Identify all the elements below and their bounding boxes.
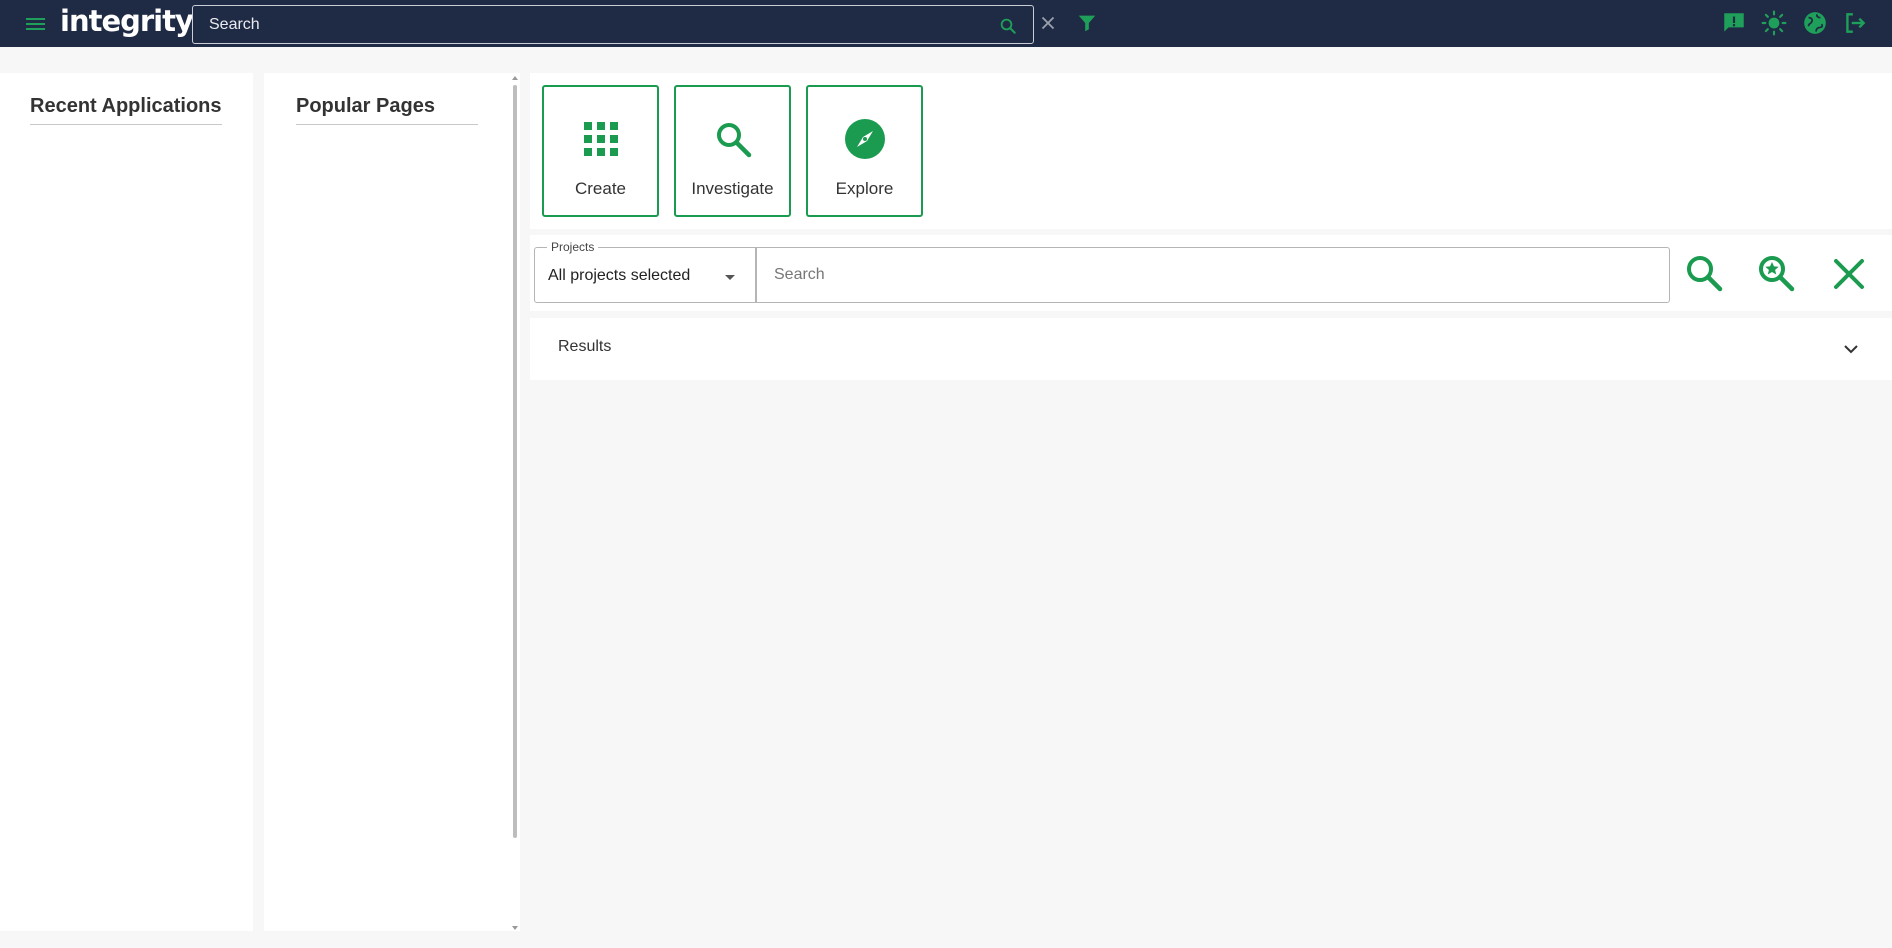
global-search-input[interactable] [193, 6, 983, 43]
feedback-icon[interactable] [1721, 10, 1747, 36]
chevron-down-icon[interactable] [1842, 340, 1860, 358]
scroll-up-arrow[interactable] [512, 76, 518, 80]
globe-icon[interactable] [1802, 10, 1828, 36]
quick-actions-area: Create Investigate Explore [530, 73, 1892, 229]
popular-pages-title: Popular Pages [296, 95, 478, 125]
scroll-down-arrow[interactable] [512, 926, 518, 930]
menu-icon[interactable] [22, 12, 50, 36]
global-search-field[interactable] [192, 5, 1034, 44]
clear-icon[interactable] [1826, 251, 1872, 297]
filter-icon[interactable] [1076, 12, 1098, 34]
main-search-input[interactable] [757, 248, 1669, 302]
recent-applications-panel: Recent Applications [0, 73, 253, 931]
create-tile-label: Create [574, 179, 627, 198]
grid-icon [583, 122, 618, 156]
search-icon[interactable] [1682, 251, 1728, 297]
recent-applications-title: Recent Applications [30, 95, 222, 125]
advanced-search-icon[interactable] [1754, 251, 1800, 297]
caret-down-icon [725, 275, 735, 280]
search-icon [716, 123, 751, 158]
close-icon[interactable] [1037, 12, 1059, 34]
results-accordion[interactable]: Results [530, 318, 1892, 380]
compass-icon [844, 119, 885, 159]
theme-sun-icon[interactable] [1761, 10, 1787, 36]
projects-label: Projects [547, 240, 599, 254]
projects-value: All projects selected [548, 267, 691, 284]
popular-pages-scrollbar[interactable] [512, 76, 518, 930]
investigate-tile[interactable]: Investigate [674, 85, 791, 217]
explore-tile[interactable]: Explore [806, 85, 923, 217]
projects-select[interactable]: Projects All projects selected [534, 240, 756, 303]
search-icon[interactable] [999, 17, 1017, 35]
explore-tile-label: Explore [835, 179, 894, 198]
logout-icon[interactable] [1842, 10, 1868, 36]
scroll-thumb[interactable] [513, 85, 517, 838]
create-tile[interactable]: Create [542, 85, 659, 217]
investigate-tile-label: Investigate [691, 179, 774, 198]
main-search-field[interactable] [756, 247, 1670, 303]
search-panel: Projects All projects selected [530, 235, 1892, 311]
app-logo[interactable]: integrity [60, 4, 194, 38]
top-bar: integrity [0, 0, 1892, 47]
results-label: Results [558, 338, 612, 355]
popular-pages-panel: Popular Pages [264, 73, 520, 931]
